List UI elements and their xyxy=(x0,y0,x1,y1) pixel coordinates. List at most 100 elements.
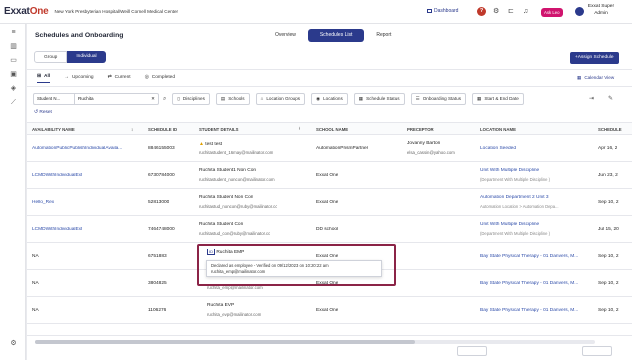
document-icon[interactable]: ▭ xyxy=(9,57,18,65)
availability-link[interactable]: AutomationPublicPublishIndividualAvaila.… xyxy=(32,146,144,151)
filter-onboarding-status[interactable]: ☰ Onboarding Status xyxy=(410,93,466,105)
school-name: Exxat One xyxy=(316,200,339,205)
col-preceptor[interactable]: PRECEPTOR xyxy=(407,127,434,132)
table-row[interactable]: NA 1106276 Ruchita EVP ruchita_evp@maili… xyxy=(27,297,632,324)
availability-link[interactable]: LCMDWithIndividualExt xyxy=(32,227,82,232)
megaphone-icon[interactable]: ⊏ xyxy=(508,7,514,16)
view-switcher: Overview Schedules List Report xyxy=(263,29,403,42)
ask-leo-button[interactable]: Ask Leo xyxy=(541,8,563,17)
assign-schedule-button[interactable]: +Assign Schedule xyxy=(570,52,619,64)
calendar-icon: ▦ xyxy=(577,75,582,80)
filter-schools[interactable]: ▤ Schools xyxy=(215,93,250,105)
help-icon[interactable]: ? xyxy=(477,7,486,16)
col-student-details[interactable]: STUDENT DETAILS xyxy=(199,127,239,132)
availability-link[interactable]: Hello_Rex xyxy=(32,200,54,205)
analytics-icon[interactable]: ⟋ xyxy=(9,99,18,107)
location-link[interactable]: Bay State Physical Therapy - 01 Danvers,… xyxy=(480,254,578,259)
dashboard-icon xyxy=(427,9,432,13)
reset-link[interactable]: ↺ Reset xyxy=(34,110,52,115)
preceptor-email: elsa_cassin@yahoo.com xyxy=(407,150,455,155)
table-row[interactable]: Hello_Rex 52813000 Ruchita Student Non C… xyxy=(27,189,632,216)
page-size-select[interactable] xyxy=(457,346,487,356)
location-link[interactable]: Bay State Physical Therapy - 01 Danvers,… xyxy=(480,281,578,286)
location-link[interactable]: Automation Department 2 Unit 3 xyxy=(480,195,549,200)
school-icon: ▤ xyxy=(220,96,226,101)
clear-icon[interactable]: ✕ xyxy=(151,94,155,104)
table-footer xyxy=(27,335,632,360)
user-menu[interactable]: Exxat Super Admin xyxy=(586,3,616,17)
schedule-date: Jun 23, 2 xyxy=(598,173,618,178)
student-name[interactable]: Ruchita Student Non Con xyxy=(199,195,253,200)
tab-all[interactable]: ⊞ All xyxy=(37,74,51,83)
location-link[interactable]: Unit With Multiple Discipline xyxy=(480,168,539,173)
search-input[interactable]: Ruchita ✕ xyxy=(75,93,159,105)
location-link[interactable]: Bay State Physical Therapy - 01 Danvers,… xyxy=(480,308,578,313)
col-schedule-id[interactable]: SCHEDULE ID xyxy=(148,127,177,132)
location-link[interactable]: Location Seeded xyxy=(480,146,516,151)
refresh-icon: ⇄ xyxy=(107,74,112,80)
student-email: ruchitastud_noncon@ruby@mailinator.cc xyxy=(199,204,278,209)
filter-locations[interactable]: ◉ Locations xyxy=(311,93,348,105)
schedule-id: 7464748000 xyxy=(148,227,175,232)
calendar-view-link[interactable]: ▦ Calendar View xyxy=(577,75,614,81)
graduation-icon[interactable]: ◈ xyxy=(9,85,18,93)
student-name[interactable]: test test xyxy=(205,142,222,147)
pagination[interactable] xyxy=(582,346,612,356)
check-circle-icon: ◎ xyxy=(144,74,149,80)
location-link[interactable]: Unit With Multiple Discipline xyxy=(480,222,539,227)
search-icon[interactable]: ⌕ xyxy=(163,96,166,103)
student-name[interactable]: Ruchita Student Con xyxy=(199,222,243,227)
tab-overview[interactable]: Overview xyxy=(263,29,308,42)
export-icon[interactable]: ⇥ xyxy=(589,95,594,102)
schedule-id: 1106276 xyxy=(148,308,167,313)
grid-icon: ⊞ xyxy=(37,74,42,79)
col-location-name[interactable]: LOCATION NAME xyxy=(480,127,516,132)
table-row[interactable]: LCMDWithIndividualExt 7464748000 Ruchita… xyxy=(27,216,632,243)
dashboard-link[interactable]: Dashboard xyxy=(427,8,458,14)
app-logo[interactable]: ExxatOne xyxy=(4,6,49,17)
tab-completed[interactable]: ◎ Completed xyxy=(145,74,175,83)
divider xyxy=(27,69,632,70)
col-schedule[interactable]: SCHEDULE xyxy=(598,127,622,132)
individual-toggle[interactable]: Individual xyxy=(67,51,106,63)
location-sub: Automation Location > Automation Depa... xyxy=(480,204,559,209)
gear-icon[interactable]: ⚙ xyxy=(493,7,499,16)
tab-schedules-list[interactable]: Schedules List xyxy=(307,29,365,42)
school-name: Exxat One xyxy=(316,173,339,178)
tab-current[interactable]: ⇄ Current xyxy=(108,74,131,83)
table-row[interactable]: AutomationPublicPublishIndividualAvaila.… xyxy=(27,135,632,162)
top-bar: ExxatOne New York Presbyterian Hospital/… xyxy=(0,0,632,24)
scrollbar-thumb[interactable] xyxy=(35,340,415,344)
schedule-id: 3804825 xyxy=(148,281,167,286)
info-icon: ⁱ xyxy=(299,127,300,132)
filter-start-end-date[interactable]: ▦ Start & End Date xyxy=(472,93,524,105)
student-name[interactable]: Ruchita EVP xyxy=(207,303,234,308)
menu-icon[interactable]: ≡ xyxy=(9,29,18,37)
col-availability-name[interactable]: AVAILABILITY NAME xyxy=(32,127,75,132)
arrow-icon: → xyxy=(64,74,69,80)
school-name: DD school xyxy=(316,227,339,232)
settings-icon[interactable]: ⚙ xyxy=(9,340,18,348)
bell-icon[interactable]: ♫ xyxy=(523,7,528,16)
tab-report[interactable]: Report xyxy=(364,29,403,42)
table-row[interactable]: LCMDWithIndividualExt 6730784000 Ruchita… xyxy=(27,162,632,189)
tab-upcoming[interactable]: → Upcoming xyxy=(64,74,93,83)
briefcase-icon[interactable]: ▣ xyxy=(9,71,18,79)
group-toggle[interactable]: Group xyxy=(34,51,68,63)
sort-icon[interactable]: ↕ xyxy=(131,127,133,132)
availability-link[interactable]: LCMDWithIndividualExt xyxy=(32,173,82,178)
availability-name: NA xyxy=(32,281,39,286)
search-field-select[interactable]: Student N... xyxy=(33,93,75,105)
group-individual-toggle: Group Individual xyxy=(34,51,106,63)
filter-schedule-status[interactable]: ▦ Schedule Status xyxy=(353,93,405,105)
student-email: ruchitastud_con@ruby@mailinator.cc xyxy=(199,231,271,236)
student-name[interactable]: Ruchita Student1 Non Con xyxy=(199,168,256,173)
filter-location-groups[interactable]: ⌂ Location Groups xyxy=(255,93,306,105)
pin-column-icon[interactable]: ✎ xyxy=(608,95,613,102)
col-school-name[interactable]: SCHOOL NAME xyxy=(316,127,348,132)
user-avatar[interactable] xyxy=(575,7,584,16)
calendar-icon: ▦ xyxy=(477,96,482,101)
filter-disciplines[interactable]: ▯ Disciplines xyxy=(172,93,210,105)
chart-icon[interactable]: ▥ xyxy=(9,43,18,51)
schedule-date: Jul 15, 20 xyxy=(598,227,619,232)
